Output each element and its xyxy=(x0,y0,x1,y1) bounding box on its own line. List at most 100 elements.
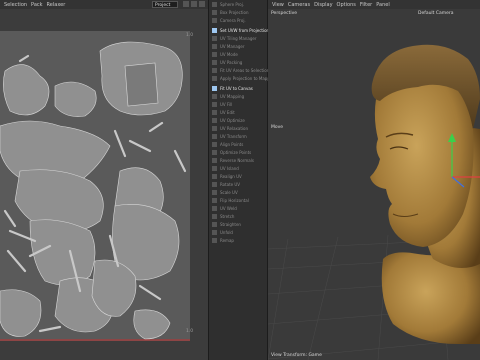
tool-item[interactable]: Straighten xyxy=(209,220,267,228)
tool-item[interactable]: Reverse Normals xyxy=(209,156,267,164)
move-tool-icon[interactable] xyxy=(183,1,189,7)
menu-panel[interactable]: Panel xyxy=(376,2,390,8)
uv-strip xyxy=(113,129,127,158)
tool-item[interactable]: UV Mode xyxy=(209,50,267,58)
tool-item[interactable]: Sphere Proj. xyxy=(209,0,267,8)
tool-item[interactable]: Stretch xyxy=(209,212,267,220)
tool-icon xyxy=(212,181,217,187)
tool-icon xyxy=(212,35,217,41)
tool-item[interactable]: Fit UV Areas to Selection xyxy=(209,66,270,74)
rotate-tool-icon[interactable] xyxy=(199,1,205,7)
tool-icon xyxy=(212,101,217,107)
menu-relaxer[interactable]: Relaxer xyxy=(47,2,66,8)
uv-toolbar xyxy=(183,1,205,7)
tool-icon xyxy=(212,75,217,81)
tool-label: Realign UV xyxy=(220,173,242,179)
tool-icon xyxy=(212,59,217,65)
menu-filter[interactable]: Filter xyxy=(360,2,372,8)
tool-label: UV Optimize xyxy=(220,117,245,123)
uv-editor[interactable]: 1.0 1.0 xyxy=(0,9,208,360)
tool-icon xyxy=(212,165,217,171)
uv-island xyxy=(124,62,159,107)
tool-icon xyxy=(212,189,217,195)
tool-label: Reverse Normals xyxy=(220,157,254,163)
tool-item[interactable]: UV Edit xyxy=(209,108,267,116)
uv-island xyxy=(54,81,97,117)
view-transform-status: View Transform: Game xyxy=(271,353,322,358)
menu-cameras[interactable]: Cameras xyxy=(288,2,310,8)
scale-tool-icon[interactable] xyxy=(191,1,197,7)
tool-icon xyxy=(212,141,217,147)
tool-item[interactable]: Camera Proj. xyxy=(209,16,267,24)
tool-icon xyxy=(212,205,217,211)
tool-item[interactable]: Apply Projection to Mapping xyxy=(209,74,276,82)
default-camera-label[interactable]: Default Camera xyxy=(418,11,454,16)
tool-icon xyxy=(212,237,217,243)
tool-item[interactable]: Realign UV xyxy=(209,172,267,180)
tool-label: Sphere Proj. xyxy=(220,1,245,7)
tool-item[interactable]: UV Fill xyxy=(209,100,267,108)
tool-icon xyxy=(212,109,217,115)
viewport-scene xyxy=(268,44,480,360)
tool-item[interactable]: Rotate UV xyxy=(209,180,267,188)
tool-item[interactable]: UV Weld xyxy=(209,204,267,212)
tool-label: Optimize Points xyxy=(220,149,252,155)
tool-item[interactable]: UV Mapping xyxy=(209,92,267,100)
tool-label: Unfold xyxy=(220,229,233,235)
uv-strip xyxy=(3,209,17,228)
tool-label: UV Mode xyxy=(220,51,238,57)
tool-icon xyxy=(212,229,217,235)
tool-label: UV Mapping xyxy=(220,93,245,99)
tool-label: Align Points xyxy=(220,141,244,147)
tool-item[interactable]: Flip Horizontal xyxy=(209,196,267,204)
tool-item[interactable]: Remap xyxy=(209,236,267,244)
tool-item[interactable]: UV Optimize xyxy=(209,116,267,124)
bust-model xyxy=(370,44,480,344)
tool-icon xyxy=(212,157,217,163)
tool-icon xyxy=(212,9,217,15)
tool-icon xyxy=(212,93,217,99)
uv-strip xyxy=(148,121,164,133)
viewport-3d[interactable]: Perspective Default Camera Move View Tra… xyxy=(268,9,480,360)
tool-item[interactable]: Unfold xyxy=(209,228,267,236)
menu-display[interactable]: Display xyxy=(314,2,332,8)
tool-label: Box Projection xyxy=(220,9,249,15)
uv-strip xyxy=(128,139,152,153)
tool-item[interactable]: Fit UV to Canvas xyxy=(209,84,267,92)
uv-strip xyxy=(18,54,30,63)
tool-icon xyxy=(212,173,217,179)
uv-corner-label-bottom: 1.0 xyxy=(186,329,194,334)
tool-item[interactable]: UV Packing xyxy=(209,58,267,66)
tool-icon xyxy=(212,17,217,23)
tool-icon xyxy=(212,133,217,139)
tool-item[interactable]: UV Tiling Manager xyxy=(209,34,267,42)
menu-options[interactable]: Options xyxy=(337,2,356,8)
uv-island xyxy=(29,219,96,286)
tool-item[interactable]: UV Relaxation xyxy=(209,124,267,132)
uv-island xyxy=(133,309,171,340)
tool-item[interactable]: Box Projection xyxy=(209,8,267,16)
tool-item[interactable]: Set UVW from Projection xyxy=(209,26,269,34)
tool-item[interactable]: Align Points xyxy=(209,140,267,148)
uv-canvas[interactable] xyxy=(0,31,190,341)
menu-pack[interactable]: Pack xyxy=(31,2,43,8)
tool-label: UV Manager xyxy=(220,43,245,49)
tool-icon xyxy=(212,221,217,227)
uv-strip xyxy=(138,284,162,301)
tool-label: Flip Horizontal xyxy=(220,197,249,203)
tool-label: UV Edit xyxy=(220,109,235,115)
tool-icon xyxy=(212,197,217,203)
tool-label: Fit UV Areas to Selection xyxy=(220,67,270,73)
menu-view[interactable]: View xyxy=(272,2,284,8)
uv-strip xyxy=(173,149,187,173)
menu-selection[interactable]: Selection xyxy=(4,2,27,8)
uv-projection-select[interactable]: Project xyxy=(152,1,178,8)
tool-label: Fit UV to Canvas xyxy=(220,85,253,91)
tool-item[interactable]: Optimize Points xyxy=(209,148,267,156)
tool-item[interactable]: UV Island xyxy=(209,164,267,172)
tool-item[interactable]: UV Manager xyxy=(209,42,267,50)
tool-icon xyxy=(212,125,217,131)
tool-item[interactable]: Scale UV xyxy=(209,188,267,196)
tool-item[interactable]: UV Transform xyxy=(209,132,267,140)
tool-label: UV Weld xyxy=(220,205,237,211)
